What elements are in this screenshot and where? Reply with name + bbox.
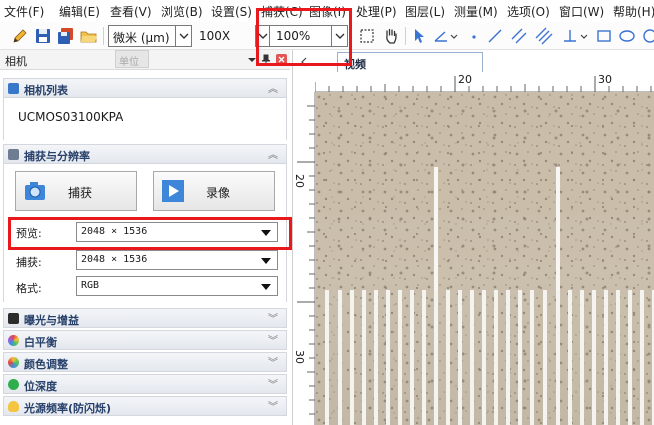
circle-tool-icon[interactable] xyxy=(640,27,654,45)
menu-help[interactable]: 帮助(H) xyxy=(613,3,654,20)
toolbar-separator xyxy=(405,27,406,45)
select-rect-icon[interactable] xyxy=(358,27,376,45)
color-adjust-title: 颜色调整 xyxy=(24,358,68,371)
pencil-icon[interactable] xyxy=(11,27,29,45)
chevron-down-icon xyxy=(179,33,189,39)
color-adjust-icon xyxy=(8,357,19,368)
expand-chevron-icon[interactable]: ︾ xyxy=(268,310,278,325)
tab-video[interactable]: 视频 [UCMOS03100KPA] xyxy=(337,52,483,85)
line-tool-icon[interactable] xyxy=(486,27,504,45)
format-value: RGB xyxy=(81,280,100,291)
micrometer-scale-image xyxy=(315,92,654,425)
save-icon[interactable] xyxy=(34,27,52,45)
collapse-chevron-icon[interactable]: ︽ xyxy=(268,146,278,161)
format-select[interactable]: RGB xyxy=(76,276,278,296)
open-folder-icon[interactable] xyxy=(80,27,98,45)
play-icon xyxy=(162,180,184,202)
unit-select-value: 微米 (μm) xyxy=(113,31,170,45)
chevron-down-icon xyxy=(261,258,271,264)
menu-browse[interactable]: 浏览(B) xyxy=(161,3,203,20)
ruler-label: 30 xyxy=(293,350,306,364)
ruler-label: 30 xyxy=(598,73,612,86)
bit-depth-header[interactable]: 位深度 ︾ xyxy=(3,374,287,394)
camera-icon xyxy=(8,149,19,160)
expand-chevron-icon[interactable]: ︾ xyxy=(268,332,278,347)
white-balance-title: 白平衡 xyxy=(24,336,57,349)
menu-process[interactable]: 处理(P) xyxy=(356,3,397,20)
light-frequency-header[interactable]: 光源频率(防闪烁) ︾ xyxy=(3,396,287,416)
camera-panel-title: 相机 xyxy=(5,55,27,68)
menu-settings[interactable]: 设置(S) xyxy=(211,3,252,20)
menu-edit[interactable]: 编辑(E) xyxy=(59,3,100,20)
chevron-down-icon[interactable] xyxy=(448,27,460,45)
camera-list-item[interactable]: UCMOS03100KPA xyxy=(18,110,123,124)
ruler-label: 20 xyxy=(458,73,472,86)
unit-select[interactable]: 微米 (μm) xyxy=(108,25,192,47)
camera-list-icon xyxy=(8,83,19,94)
capture-resolution-title: 捕获与分辨率 xyxy=(24,150,90,163)
menu-layer[interactable]: 图层(L) xyxy=(405,3,445,20)
capture-resolution-select[interactable]: 2048 × 1536 xyxy=(76,250,278,270)
bit-depth-title: 位深度 xyxy=(24,380,57,393)
record-button-label: 录像 xyxy=(206,186,231,200)
white-balance-icon xyxy=(8,335,19,346)
exposure-icon xyxy=(8,313,19,324)
camera-capture-icon xyxy=(25,182,45,200)
chevron-down-icon[interactable] xyxy=(578,27,590,45)
format-label: 格式: xyxy=(16,282,42,295)
expand-chevron-icon[interactable]: ︾ xyxy=(268,354,278,369)
ellipse-tool-icon[interactable] xyxy=(618,27,636,45)
toolbar-separator xyxy=(103,27,104,45)
preview-highlight-box xyxy=(8,217,292,250)
save-all-icon[interactable] xyxy=(57,27,75,45)
document-area: 视频 [UCMOS03100KPA] xyxy=(292,50,654,425)
rectangle-tool-icon[interactable] xyxy=(595,27,613,45)
capture-resolution-value: 2048 × 1536 xyxy=(81,254,148,265)
camera-list-header[interactable]: 相机列表 ︽ xyxy=(3,78,287,98)
perpendicular-icon[interactable] xyxy=(561,27,579,45)
menu-options[interactable]: 选项(O) xyxy=(507,3,550,20)
menu-file[interactable]: 文件(F) xyxy=(4,3,44,20)
ruler-label: 20 xyxy=(293,174,306,188)
menu-measure[interactable]: 测量(M) xyxy=(454,3,498,20)
objective-value[interactable]: 100X xyxy=(199,29,230,43)
bit-depth-icon xyxy=(8,379,19,390)
white-balance-header[interactable]: 白平衡 ︾ xyxy=(3,330,287,350)
horizontal-ruler: 20 30 xyxy=(314,72,654,92)
light-bulb-icon xyxy=(8,401,19,412)
chevron-down-icon xyxy=(261,284,271,290)
camera-list-title: 相机列表 xyxy=(24,84,68,97)
menu-view[interactable]: 查看(V) xyxy=(110,3,152,20)
unit-tab[interactable]: 单位 xyxy=(115,50,149,68)
capture-resolution-header[interactable]: 捕获与分辨率 ︽ xyxy=(3,144,287,164)
capture-button-label: 捕获 xyxy=(68,186,93,200)
camera-panel-header: 相机 单位 xyxy=(0,50,290,70)
capture-button[interactable]: 捕获 xyxy=(15,171,137,211)
zoom-highlight-box xyxy=(256,8,352,66)
capture-label: 捕获: xyxy=(16,256,42,269)
light-frequency-title: 光源频率(防闪烁) xyxy=(24,402,112,415)
expand-chevron-icon[interactable]: ︾ xyxy=(268,376,278,391)
camera-list-body: UCMOS03100KPA xyxy=(3,98,287,140)
hand-pan-icon[interactable] xyxy=(382,27,400,45)
expand-chevron-icon[interactable]: ︾ xyxy=(268,398,278,413)
exposure-gain-title: 曝光与增益 xyxy=(24,314,79,327)
exposure-gain-header[interactable]: 曝光与增益 ︾ xyxy=(3,308,287,328)
parallel-lines-icon[interactable] xyxy=(510,27,528,45)
arrow-pointer-icon[interactable] xyxy=(410,27,428,45)
record-button[interactable]: 录像 xyxy=(153,171,275,211)
collapse-chevron-icon[interactable]: ︽ xyxy=(268,80,278,95)
point-tool-icon[interactable] xyxy=(465,27,483,45)
microscope-image-view[interactable] xyxy=(315,92,654,425)
menu-window[interactable]: 窗口(W) xyxy=(559,3,604,20)
multi-parallel-icon[interactable] xyxy=(535,27,553,45)
unit-select-dropdown[interactable] xyxy=(175,26,191,46)
color-adjust-header[interactable]: 颜色调整 ︾ xyxy=(3,352,287,372)
vertical-ruler: 20 30 xyxy=(293,92,315,425)
